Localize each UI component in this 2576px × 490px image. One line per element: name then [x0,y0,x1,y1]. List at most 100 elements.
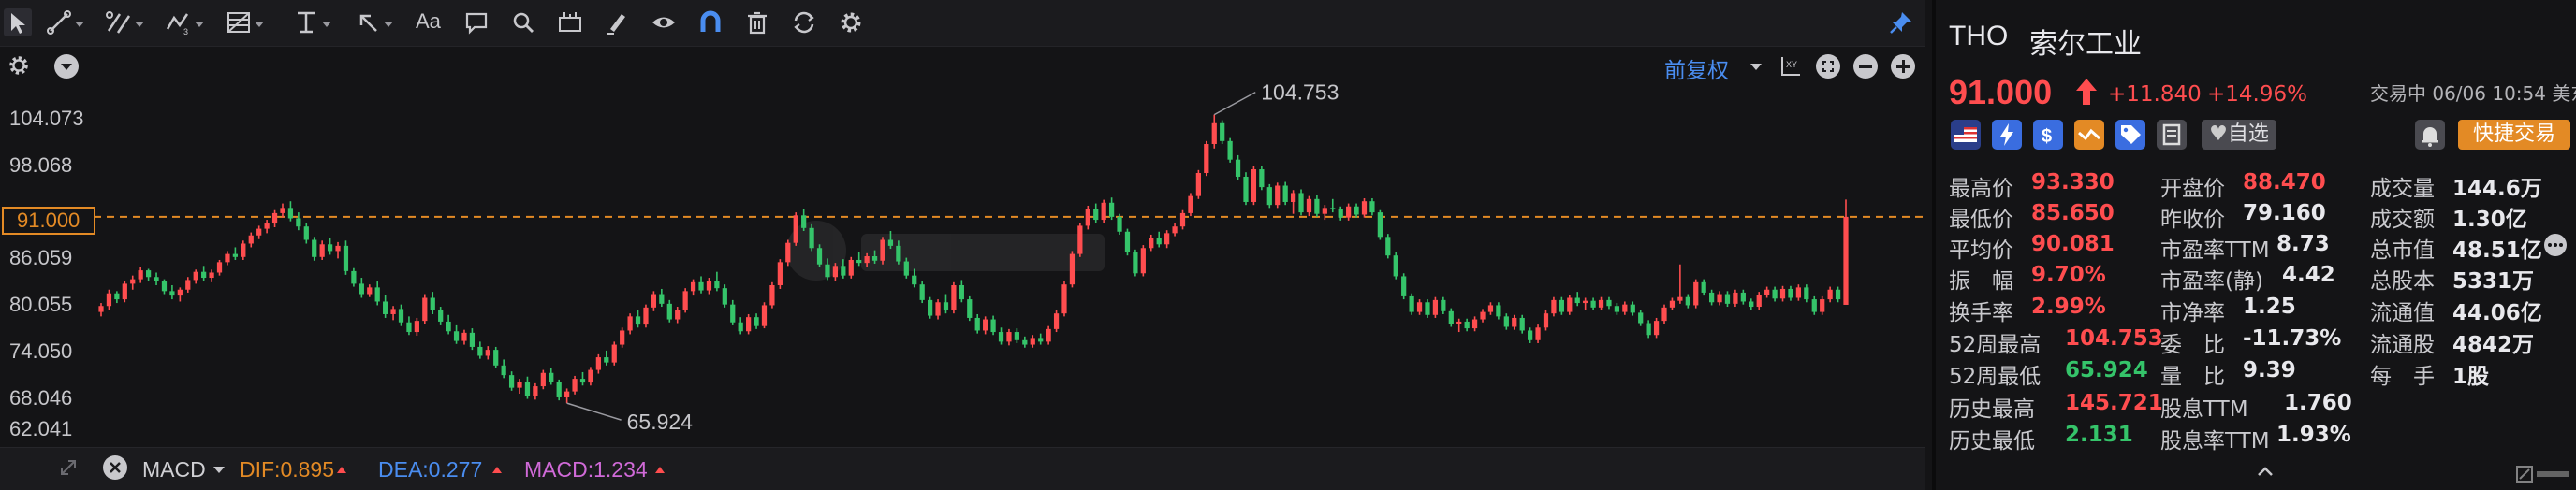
candle-body[interactable] [1795,287,1802,298]
candle-body[interactable] [556,382,562,397]
candle-body[interactable] [161,281,168,292]
candle-body[interactable] [1441,299,1446,311]
candle-body[interactable] [706,281,712,291]
candle-body[interactable] [446,321,451,332]
candle-body[interactable] [1266,187,1272,206]
candle-body[interactable] [533,386,538,396]
candle-body[interactable] [327,244,333,252]
candle-body[interactable] [1393,255,1398,277]
candle-body[interactable] [390,309,396,314]
candle-body[interactable] [1717,294,1722,303]
tag-icon[interactable] [2115,120,2145,150]
candle-body[interactable] [1614,306,1620,312]
candle-body[interactable] [919,284,925,300]
candle-body[interactable] [453,331,460,341]
candle-body[interactable] [912,275,917,285]
candle-body[interactable] [296,218,301,227]
candle-body[interactable] [1432,299,1439,315]
candle-body[interactable] [1275,185,1281,206]
candle-body[interactable] [343,245,349,271]
candle-body[interactable] [1661,307,1667,322]
candle-body[interactable] [998,332,1004,342]
candle-body[interactable] [1211,122,1217,145]
candle-body[interactable] [1149,238,1154,249]
candle-body[interactable] [248,235,254,244]
candle-body[interactable] [974,317,980,331]
candle-body[interactable] [122,283,127,300]
candle-body[interactable] [722,288,727,305]
candle-body[interactable] [951,284,957,311]
candle-body[interactable] [1724,294,1731,304]
candle-body[interactable] [1503,316,1509,327]
candle-body[interactable] [1346,206,1352,218]
candle-body[interactable] [367,287,373,295]
candle-body[interactable] [832,266,839,278]
candle-body[interactable] [114,293,120,300]
candle-body[interactable] [1669,300,1676,308]
candle-body[interactable] [887,239,894,246]
candle-body[interactable] [1487,305,1494,312]
candle-body[interactable] [312,239,317,257]
candle-body[interactable] [1749,301,1754,308]
candle-body[interactable] [871,255,878,261]
dollar-icon[interactable]: $ [2033,120,2063,150]
candle-body[interactable] [154,277,159,282]
candle-body[interactable] [1014,332,1020,340]
candle-body[interactable] [1677,296,1683,301]
candle-body[interactable] [1464,321,1470,329]
candle-body[interactable] [611,344,617,363]
candle-body[interactable] [145,270,152,278]
candle-body[interactable] [572,379,578,392]
candle-body[interactable] [1204,144,1209,173]
candle-body[interactable] [1243,176,1249,202]
candle-body[interactable] [485,350,490,356]
candle-body[interactable] [1172,226,1178,234]
candle-body[interactable] [430,297,435,311]
candle-body[interactable] [1709,292,1715,303]
candle-body[interactable] [983,319,988,331]
candle-body[interactable] [880,239,886,261]
candle-body[interactable] [1038,338,1044,342]
candle-body[interactable] [1804,287,1809,300]
expand-icon[interactable] [56,455,80,480]
candle-body[interactable] [1779,288,1786,299]
candle-body[interactable] [698,281,704,291]
candle-body[interactable] [524,382,531,396]
candle-body[interactable] [761,305,768,326]
candle-body[interactable] [225,253,230,263]
candle-body[interactable] [675,310,681,320]
candle-body[interactable] [1496,305,1501,317]
candle-body[interactable] [769,284,775,306]
candle-body[interactable] [138,270,143,280]
candle-body[interactable] [1251,169,1257,202]
candle-body[interactable] [177,289,183,296]
candle-body[interactable] [1606,299,1612,307]
candle-body[interactable] [264,223,270,229]
candle-body[interactable] [319,244,325,257]
candle-body[interactable] [777,262,783,285]
candle-body[interactable] [1330,208,1336,209]
candle-body[interactable] [1535,327,1541,340]
candle-body[interactable] [1512,317,1517,327]
candle-body[interactable] [746,317,752,332]
candle-body[interactable] [1598,299,1604,308]
candle-body[interactable] [1401,276,1407,296]
candle-body[interactable] [1195,172,1201,196]
candle-body[interactable] [903,261,909,276]
candle-body[interactable] [1685,296,1690,306]
candle-body[interactable] [130,279,136,284]
candle-body[interactable] [754,317,759,326]
candle-body[interactable] [967,299,973,318]
candle-body[interactable] [1764,289,1770,295]
candle-body[interactable] [714,281,720,289]
candle-body[interactable] [1590,300,1596,308]
candle-body[interactable] [1788,288,1793,298]
candle-body[interactable] [517,382,522,388]
candle-body[interactable] [1811,299,1817,312]
candle-body[interactable] [738,322,743,332]
candle-body[interactable] [564,391,570,397]
candle-body[interactable] [1377,212,1383,238]
candle-body[interactable] [1061,284,1067,314]
candle-body[interactable] [1140,248,1146,274]
candle-body[interactable] [730,304,736,323]
